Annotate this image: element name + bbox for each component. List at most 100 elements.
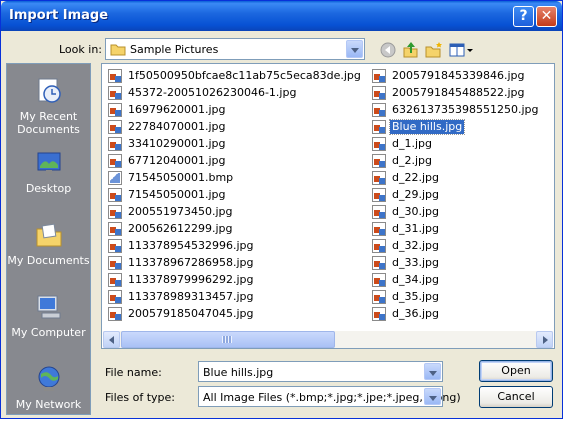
file-name: 2005791845339846.jpg [392, 69, 525, 82]
scrollbar-thumb[interactable] [121, 331, 335, 348]
file-name: 45372-20051026230046-1.jpg [128, 86, 297, 99]
place-label: My Network [15, 398, 82, 411]
image-file-icon [108, 222, 122, 236]
file-list[interactable]: 1f50500950bfcae8c11ab75c5eca83de.jpg 4537… [101, 63, 555, 349]
file-name: d_29.jpg [392, 188, 439, 201]
place-label: Desktop [25, 182, 72, 195]
chevron-down-icon[interactable] [346, 40, 363, 58]
image-file-icon [372, 69, 386, 83]
file-name: 113378989313457.jpg [128, 290, 254, 303]
chevron-down-icon[interactable] [424, 363, 441, 380]
file-name: 200579185047045.jpg [128, 307, 254, 320]
my-documents-icon [36, 223, 62, 247]
image-file-icon [372, 205, 386, 219]
image-file-icon [108, 103, 122, 117]
image-file-icon [372, 103, 386, 117]
file-name: 1f50500950bfcae8c11ab75c5eca83de.jpg [128, 69, 361, 82]
bitmap-file-icon [108, 171, 122, 185]
file-name: d_1.jpg [392, 137, 432, 150]
file-name: d_32.jpg [392, 239, 439, 252]
image-file-icon [372, 290, 386, 304]
file-name: 22784070001.jpg [128, 120, 226, 133]
file-name: d_33.jpg [392, 256, 439, 269]
image-file-icon [108, 256, 122, 270]
image-file-icon [372, 188, 386, 202]
file-name: d_31.jpg [392, 222, 439, 235]
image-file-icon [372, 154, 386, 168]
look-in-dropdown[interactable]: Sample Pictures [105, 38, 365, 60]
file-name-value: Blue hills.jpg [203, 366, 274, 379]
file-name: 67712040001.jpg [128, 154, 226, 167]
image-file-icon [108, 188, 122, 202]
image-file-icon [108, 120, 122, 134]
image-file-icon [108, 239, 122, 253]
file-name: 71545050001.jpg [128, 188, 226, 201]
open-button[interactable]: Open [479, 360, 553, 382]
place-desktop[interactable]: Desktop [7, 142, 90, 212]
file-name: d_34.jpg [392, 273, 439, 286]
new-folder-icon[interactable] [425, 41, 443, 59]
window-title: Import Image [9, 8, 109, 23]
image-file-icon [372, 239, 386, 253]
file-name: 113378967286958.jpg [128, 256, 254, 269]
file-name: 16979620001.jpg [128, 103, 226, 116]
file-name: d_2.jpg [392, 154, 432, 167]
image-file-icon [108, 290, 122, 304]
view-menu-icon[interactable] [448, 41, 474, 59]
image-file-icon [372, 222, 386, 236]
recent-documents-icon [38, 78, 61, 103]
file-name: d_36.jpg [392, 307, 439, 320]
file-name: d_30.jpg [392, 205, 439, 218]
file-name: 200551973450.jpg [128, 205, 233, 218]
file-name-input[interactable]: Blue hills.jpg [198, 361, 443, 382]
help-button[interactable]: ? [513, 6, 534, 27]
my-network-icon [38, 366, 60, 391]
horizontal-scrollbar[interactable] [103, 331, 553, 348]
my-computer-icon [37, 295, 61, 319]
place-my-recent-documents[interactable]: My Recent Documents [7, 70, 90, 140]
file-name: d_35.jpg [392, 290, 439, 303]
place-my-network[interactable]: My Network [7, 358, 90, 428]
image-file-icon [372, 307, 386, 321]
close-button[interactable]: ✕ [536, 6, 557, 27]
scroll-left-button[interactable] [103, 331, 120, 348]
place-label: My Documents [7, 254, 90, 267]
file-name: 200562612299.jpg [128, 222, 233, 235]
file-type-dropdown[interactable]: All Image Files (*.bmp;*.jpg;*.jpe;*.jpe… [198, 386, 461, 407]
desktop-icon [37, 152, 61, 174]
file-name-label: File name: [105, 366, 162, 379]
look-in-label: Look in: [59, 43, 102, 56]
image-file-icon [108, 307, 122, 321]
place-my-documents[interactable]: My Documents [7, 214, 90, 284]
file-name: 33410290001.jpg [128, 137, 226, 150]
image-file-icon [108, 137, 122, 151]
place-my-computer[interactable]: My Computer [7, 286, 90, 356]
cancel-button[interactable]: Cancel [479, 386, 553, 408]
file-type-value: All Image Files (*.bmp;*.jpg;*.jpe;*.jpe… [203, 391, 461, 404]
import-image-dialog: Import Image ? ✕ Look in: Sample Picture… [0, 0, 563, 419]
image-file-icon [108, 273, 122, 287]
scroll-right-button[interactable] [536, 331, 553, 348]
back-icon[interactable] [379, 41, 397, 59]
file-name: 2005791845488522.jpg [392, 86, 525, 99]
folder-icon [110, 44, 126, 56]
image-file-icon [372, 171, 386, 185]
image-file-icon [108, 69, 122, 83]
place-label: My Computer [11, 326, 86, 339]
up-folder-icon[interactable] [402, 41, 420, 59]
image-file-icon [372, 86, 386, 100]
look-in-value: Sample Pictures [130, 43, 219, 56]
chevron-down-icon[interactable] [424, 388, 441, 405]
title-bar[interactable]: Import Image ? ✕ [1, 1, 562, 31]
file-name: 71545050001.bmp [128, 171, 234, 184]
file-name: d_22.jpg [392, 171, 439, 184]
file-name: 113378979996292.jpg [128, 273, 254, 286]
file-name: 632613735398551250.jpg [392, 103, 539, 116]
image-file-icon [108, 86, 122, 100]
image-file-icon [372, 120, 386, 134]
image-file-icon [108, 205, 122, 219]
file-type-label: Files of type: [105, 391, 176, 404]
image-file-icon [108, 154, 122, 168]
image-file-icon [372, 137, 386, 151]
image-file-icon [372, 256, 386, 270]
